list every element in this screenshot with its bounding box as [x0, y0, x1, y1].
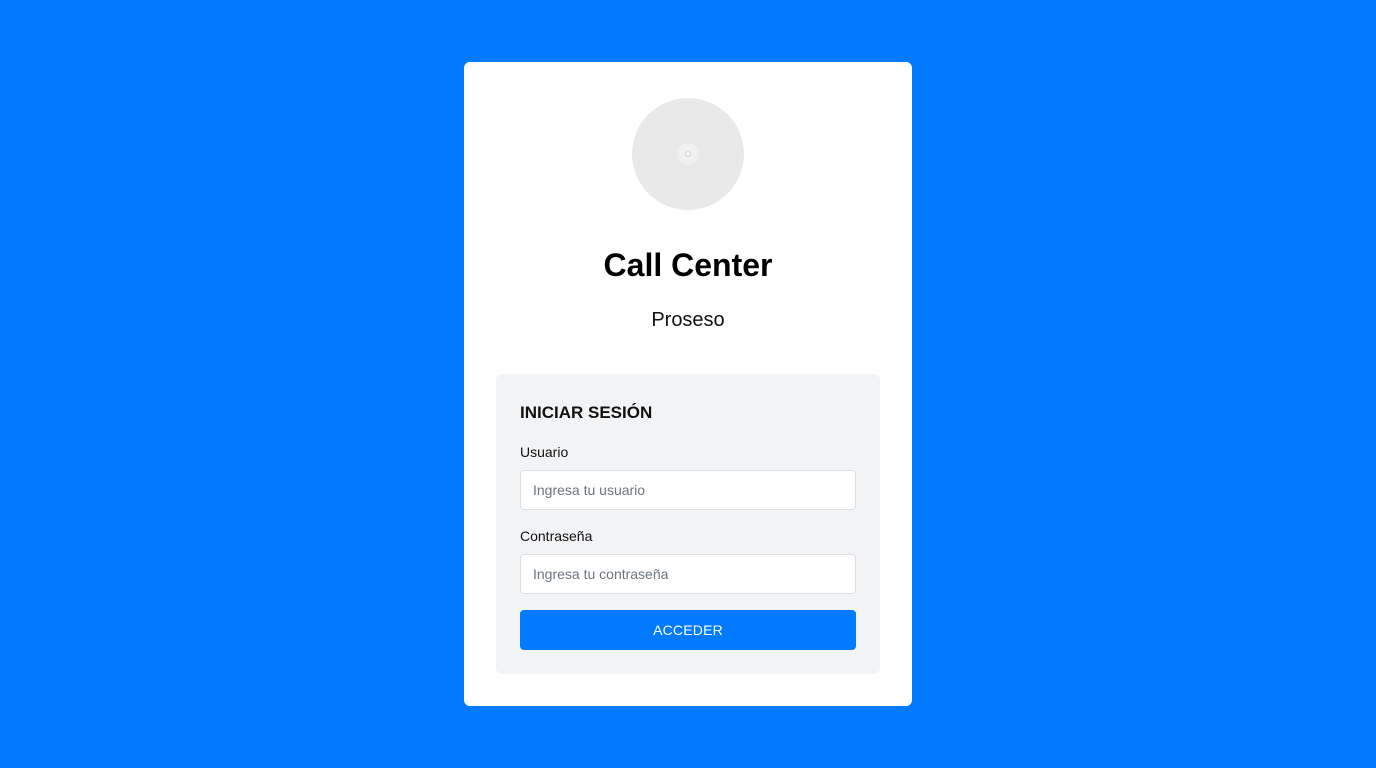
- login-button[interactable]: ACCEDER: [520, 610, 856, 650]
- page-title: Call Center: [603, 247, 773, 283]
- login-card: Call Center Proseso INICIAR SESIÓN Usuar…: [464, 62, 912, 706]
- login-heading: INICIAR SESIÓN: [520, 403, 653, 422]
- placeholder-avatar-icon: [677, 143, 699, 165]
- avatar: [632, 98, 744, 210]
- password-input[interactable]: [520, 554, 856, 594]
- username-input[interactable]: [520, 470, 856, 510]
- password-label: Contraseña: [520, 528, 593, 544]
- page-subtitle: Proseso: [651, 309, 725, 331]
- username-label: Usuario: [520, 444, 569, 460]
- login-form: INICIAR SESIÓN Usuario Contraseña ACCEDE…: [496, 374, 880, 674]
